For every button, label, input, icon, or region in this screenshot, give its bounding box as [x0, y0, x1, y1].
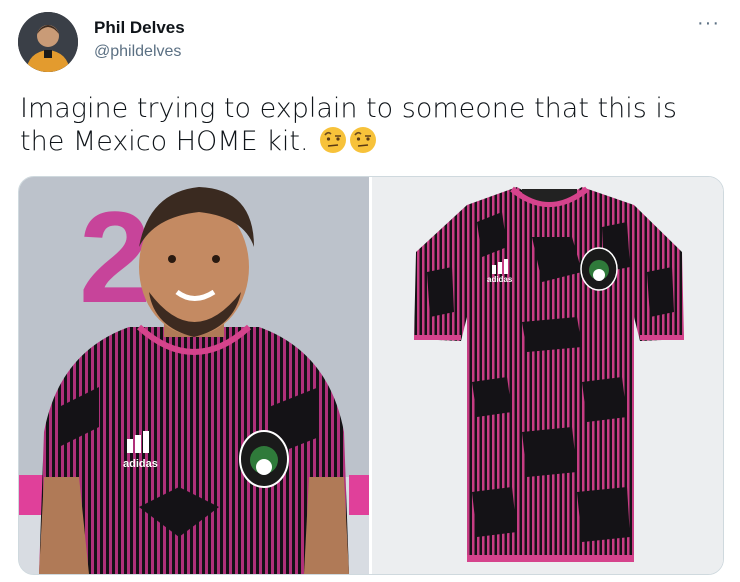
- raised-eyebrow-emoji-icon: [349, 126, 377, 162]
- author-name[interactable]: Phil Delves: [94, 17, 185, 39]
- adidas-wordmark: adidas: [487, 275, 513, 284]
- avatar[interactable]: [18, 12, 78, 72]
- kit-product-photo[interactable]: adidas: [372, 177, 723, 574]
- author-block: Phil Delves @phildelves: [94, 17, 185, 63]
- tweet-media[interactable]: 2 adidas adidas: [18, 176, 724, 575]
- mexico-crest-icon: [239, 430, 289, 488]
- raised-eyebrow-emoji-icon: [319, 126, 347, 162]
- adidas-wordmark: adidas: [123, 458, 158, 470]
- more-options-icon[interactable]: ···: [697, 12, 720, 35]
- player-photo[interactable]: 2 adidas: [19, 177, 369, 574]
- tweet-text: Imagine trying to explain to someone tha…: [20, 92, 720, 162]
- mexico-crest-icon: [580, 247, 618, 291]
- author-handle[interactable]: @phildelves: [94, 41, 185, 63]
- avatar-image: [18, 12, 78, 72]
